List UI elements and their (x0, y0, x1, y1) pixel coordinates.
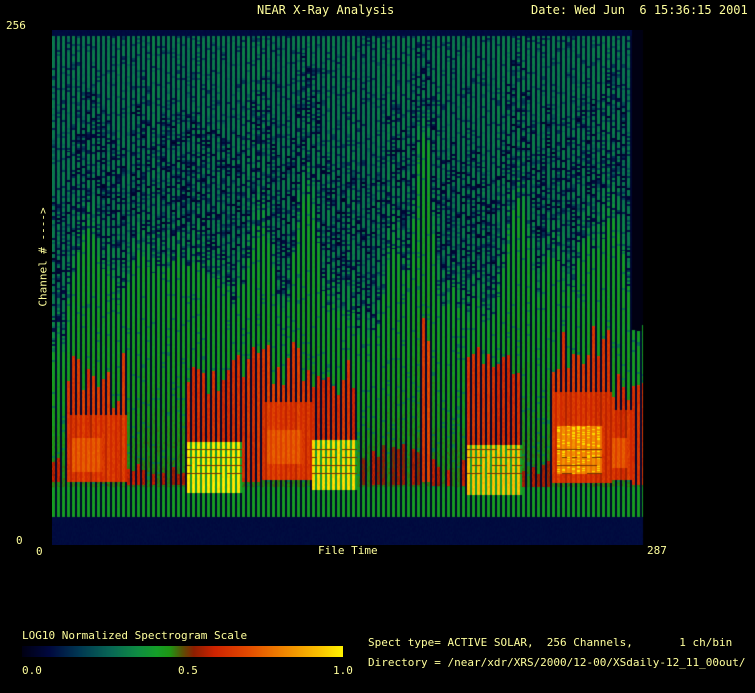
colorbar-title: LOG10 Normalized Spectrogram Scale (22, 630, 247, 642)
app-window: NEAR X-Ray Analysis Date: Wed Jun 6 15:3… (0, 0, 755, 693)
y-axis-max-label: 256 (6, 20, 26, 32)
x-axis-min-label: 0 (36, 546, 43, 558)
colorbar-gradient (22, 646, 343, 657)
date-label: Date: Wed Jun 6 15:36:15 2001 (531, 4, 748, 17)
spect-type-line: Spect type= ACTIVE SOLAR, 256 Channels, … (368, 637, 732, 649)
colorbar-tick-min: 0.0 (22, 665, 42, 677)
colorbar-tick-mid: 0.5 (178, 665, 198, 677)
spectrogram-canvas (52, 30, 650, 545)
page-title: NEAR X-Ray Analysis (257, 4, 394, 17)
directory-line: Directory = /near/xdr/XRS/2000/12-00/XSd… (368, 657, 746, 669)
y-axis-title: Channel # ----> (37, 207, 50, 306)
x-axis-title: File Time (318, 545, 378, 557)
x-axis-max-label: 287 (647, 545, 667, 557)
colorbar-tick-max: 1.0 (333, 665, 353, 677)
y-axis-min-label: 0 (16, 535, 23, 547)
